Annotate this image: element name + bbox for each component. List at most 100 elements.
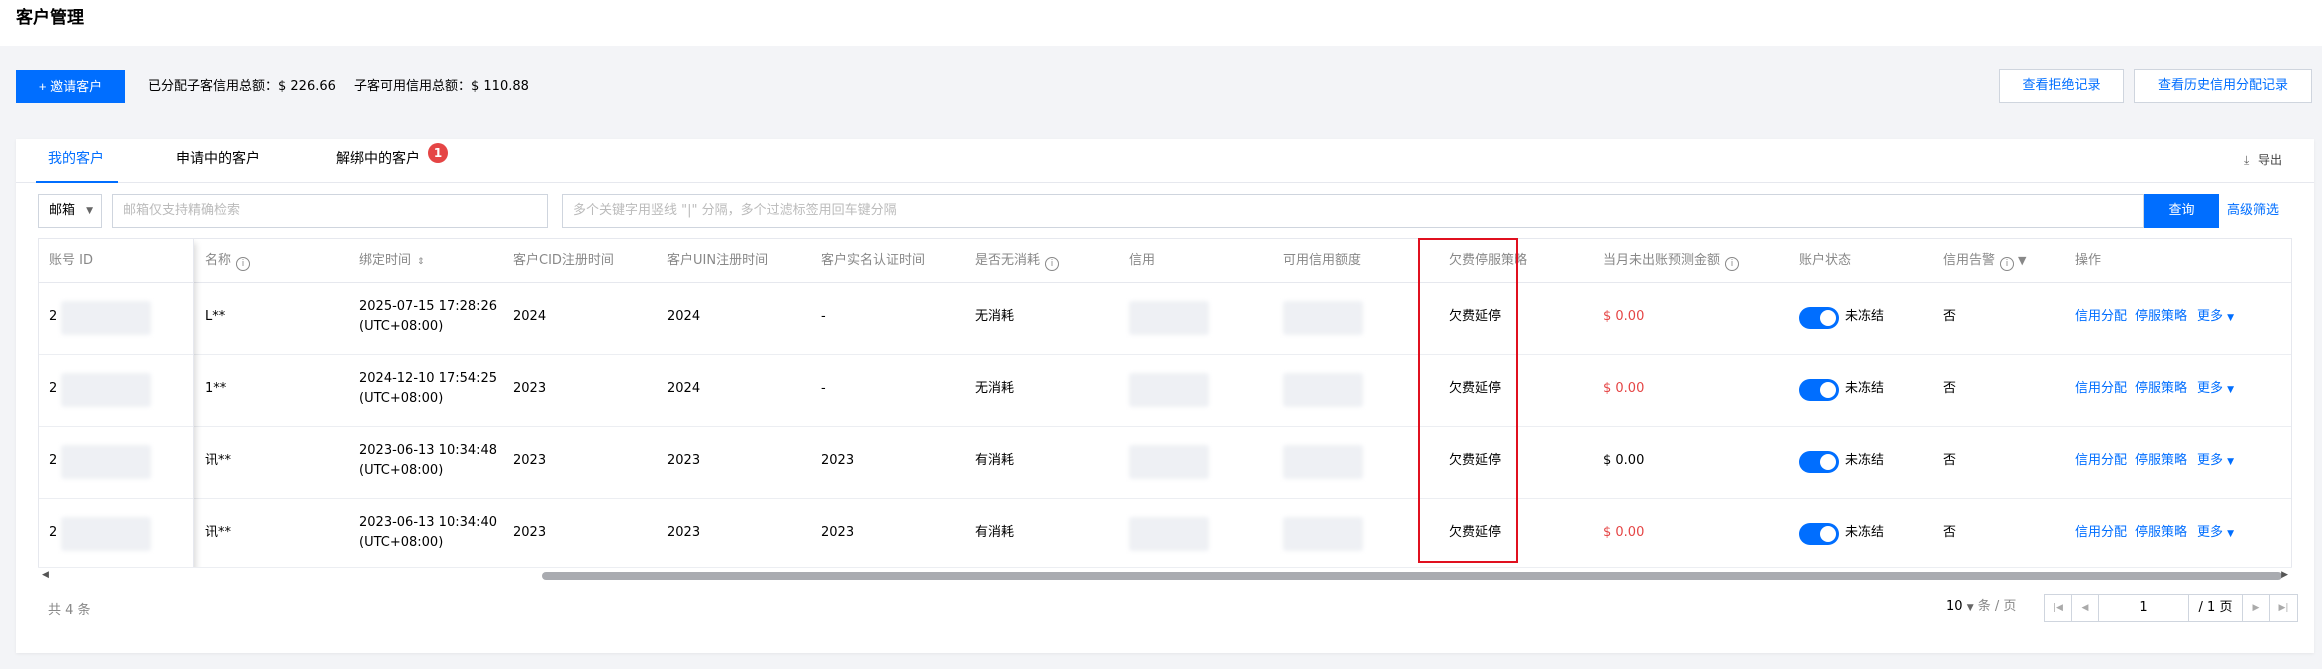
stop-policy-link[interactable]: 停服策略 [2135, 307, 2187, 327]
last-page-icon[interactable]: ▶| [2270, 595, 2297, 621]
col-name-label: 名称 [205, 253, 232, 268]
scrollbar-thumb[interactable] [542, 572, 2282, 580]
email-search-input[interactable]: 邮箱仅支持精确检索 [112, 194, 548, 228]
credit-allocate-link[interactable]: 信用分配 [2075, 451, 2127, 471]
view-credit-history-button[interactable]: 查看历史信用分配记录 [2134, 69, 2312, 103]
active-tab-indicator [36, 181, 118, 183]
table-header: 账号 ID 名称 i 绑定时间 ⇕ 客户CID注册时间 客户UIN注册时间 客户实名… [39, 239, 2291, 283]
table-row: 2 1** 2024-12-10 17:54:25 (UTC+08:00) 20… [39, 355, 2291, 427]
info-icon[interactable]: i [1045, 257, 1060, 271]
first-page-icon[interactable]: |◀ [2045, 595, 2072, 621]
available-credit-total: 子客可用信用总额：$ 110.88 [354, 79, 529, 94]
filter-field-select[interactable]: 邮箱 ▼ [38, 194, 102, 228]
forecast-amount: $ 0.00 [1603, 381, 1645, 396]
info-icon[interactable]: i [2000, 257, 2015, 271]
bind-timezone: (UTC+08:00) [359, 463, 444, 478]
horizontal-scrollbar[interactable]: ◀ ▶ [38, 567, 2292, 583]
realname-time: - [821, 309, 826, 324]
account-status-toggle[interactable] [1799, 307, 1839, 329]
tab-unbinding-customers[interactable]: 解绑中的客户 [336, 149, 420, 169]
more-actions-link[interactable]: 更多 ▼ [2197, 523, 2234, 544]
no-consumption: 无消耗 [975, 381, 1015, 396]
credit-alert: 否 [1943, 381, 1957, 396]
more-actions-link[interactable]: 更多 ▼ [2197, 307, 2234, 328]
account-status-toggle[interactable] [1799, 523, 1839, 545]
no-consumption: 有消耗 [975, 453, 1015, 468]
forecast-amount: $ 0.00 [1603, 453, 1645, 468]
more-label: 更多 [2197, 453, 2224, 468]
col-actions: 操作 [2075, 253, 2102, 268]
scroll-left-icon[interactable]: ◀ [42, 570, 49, 580]
bind-date: 2023-06-13 10:34:48 [359, 443, 498, 458]
invite-customer-button[interactable]: + 邀请客户 [16, 70, 125, 103]
page-size-value: 10 [1946, 599, 1963, 614]
credit-allocate-link[interactable]: 信用分配 [2075, 523, 2127, 543]
no-consumption: 有消耗 [975, 525, 1015, 540]
col-forecast-amount: 当月未出账预测金额 i [1603, 252, 1740, 271]
view-rejected-button[interactable]: 查看拒绝记录 [1999, 69, 2124, 103]
uin-register-time: 2023 [667, 525, 701, 540]
page-title: 客户管理 [16, 8, 84, 28]
account-id: 2 [49, 309, 58, 324]
realname-time: 2023 [821, 453, 855, 468]
redacted-available-credit [1283, 517, 1363, 551]
credit-allocate-link[interactable]: 信用分配 [2075, 379, 2127, 399]
col-no-consumption: 是否无消耗 i [975, 252, 1060, 271]
col-bind-time[interactable]: 绑定时间 ⇕ [359, 252, 425, 271]
allocated-credit-total: 已分配子客信用总额：$ 226.66 [148, 79, 336, 94]
account-status-toggle[interactable] [1799, 451, 1839, 473]
credit-alert: 否 [1943, 309, 1957, 324]
more-actions-link[interactable]: 更多 ▼ [2197, 379, 2234, 400]
chevron-down-icon: ▼ [2227, 457, 2235, 467]
redacted-credit [1129, 373, 1209, 407]
query-button[interactable]: 查询 [2144, 194, 2219, 228]
stop-policy-link[interactable]: 停服策略 [2135, 379, 2187, 399]
redacted-account-id [61, 373, 151, 407]
stop-policy-link[interactable]: 停服策略 [2135, 451, 2187, 471]
keyword-search-input[interactable]: 多个关键字用竖线 "|" 分隔，多个过滤标签用回车键分隔 [562, 194, 2144, 228]
chevron-down-icon: ▼ [2227, 385, 2235, 395]
account-status-label: 未冻结 [1845, 453, 1885, 468]
filter-icon[interactable]: ▼ [2018, 254, 2026, 267]
realname-time: 2023 [821, 525, 855, 540]
col-account-status: 账户状态 [1799, 253, 1852, 268]
prev-page-icon[interactable]: ◀ [2072, 595, 2099, 621]
credit-allocate-link[interactable]: 信用分配 [2075, 307, 2127, 327]
info-icon[interactable]: i [236, 257, 251, 271]
page-number-input[interactable]: 1 [2099, 595, 2189, 621]
table-row: 2 L** 2025-07-15 17:28:26 (UTC+08:00) 20… [39, 283, 2291, 355]
top-header: 客户管理 [0, 0, 2322, 46]
redacted-account-id [61, 517, 151, 551]
next-page-icon[interactable]: ▶ [2243, 595, 2270, 621]
tab-my-customers[interactable]: 我的客户 [48, 149, 104, 169]
page-size-unit: 条 / 页 [1977, 599, 2017, 614]
customer-name: 1** [205, 381, 227, 396]
pagination: |◀ ◀ 1 / 1 页 ▶ ▶| [2044, 594, 2298, 622]
stop-policy-link[interactable]: 停服策略 [2135, 523, 2187, 543]
customer-name: L** [205, 309, 226, 324]
cid-register-time: 2024 [513, 309, 547, 324]
credit-alert: 否 [1943, 525, 1957, 540]
more-label: 更多 [2197, 525, 2224, 540]
export-button[interactable]: ⤓ 导出 [2244, 151, 2282, 169]
sort-icon[interactable]: ⇕ [417, 257, 425, 267]
page-size-select[interactable]: 10 ▼ 条 / 页 [1946, 598, 2016, 617]
more-actions-link[interactable]: 更多 ▼ [2197, 451, 2234, 472]
table-row: 2 讯** 2023-06-13 10:34:48 (UTC+08:00) 20… [39, 427, 2291, 499]
cid-register-time: 2023 [513, 453, 547, 468]
advanced-filter-link[interactable]: 高级筛选 [2227, 202, 2279, 220]
export-label: 导出 [2257, 153, 2282, 167]
scroll-right-icon[interactable]: ▶ [2281, 570, 2288, 580]
uin-register-time: 2023 [667, 453, 701, 468]
info-icon[interactable]: i [1725, 257, 1740, 271]
total-pages: / 1 页 [2189, 595, 2243, 621]
tab-applying-customers[interactable]: 申请中的客户 [176, 149, 260, 169]
bind-timezone: (UTC+08:00) [359, 391, 444, 406]
account-status-toggle[interactable] [1799, 379, 1839, 401]
credit-alert: 否 [1943, 453, 1957, 468]
col-cid-time: 客户CID注册时间 [513, 253, 614, 268]
forecast-amount: $ 0.00 [1603, 309, 1645, 324]
account-status-label: 未冻结 [1845, 309, 1885, 324]
more-label: 更多 [2197, 381, 2224, 396]
cid-register-time: 2023 [513, 525, 547, 540]
